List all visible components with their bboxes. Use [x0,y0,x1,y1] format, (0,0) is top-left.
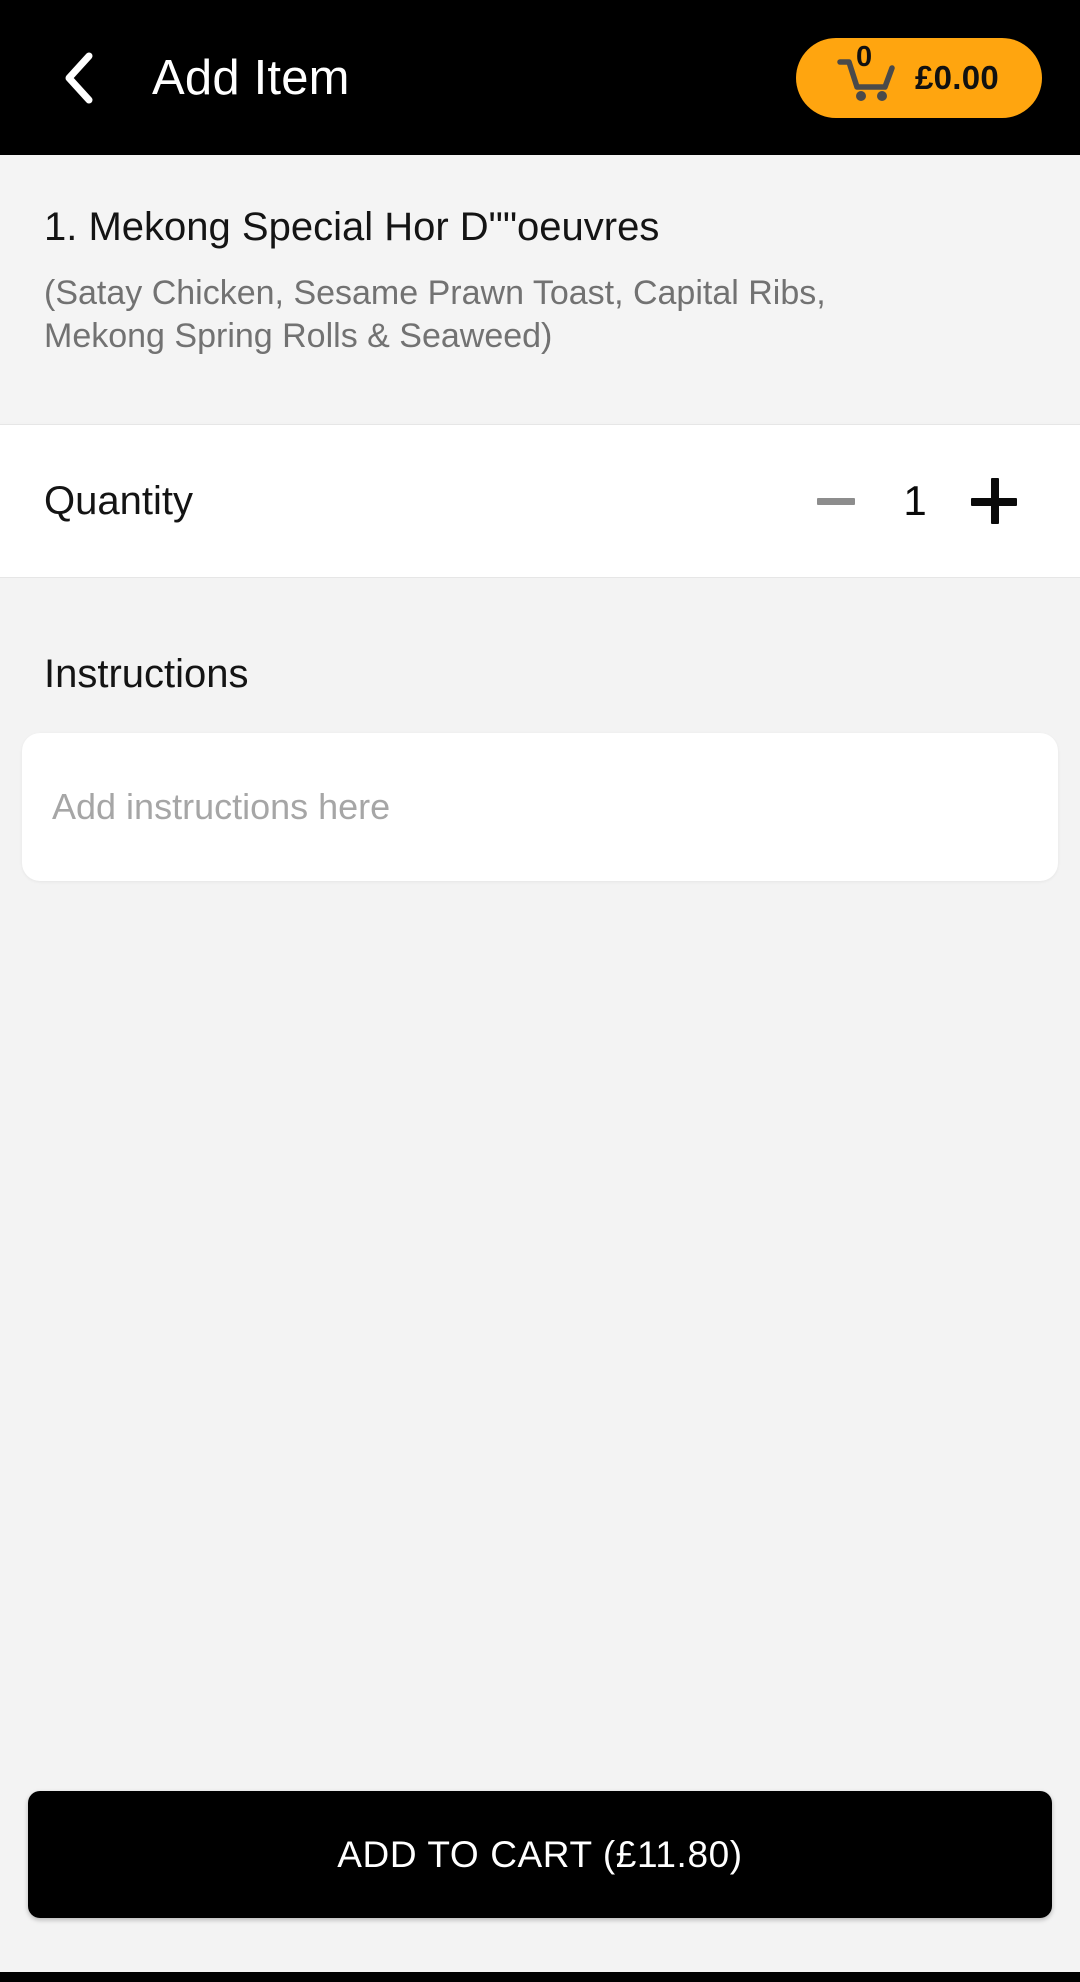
back-button[interactable] [50,50,106,106]
add-to-cart-button[interactable]: ADD TO CART (£11.80) [28,1791,1052,1918]
quantity-stepper: 1 [794,459,1036,543]
page-title: Add Item [152,50,350,105]
chevron-left-icon [61,51,95,105]
add-item-screen: Add Item 0 £0.00 1. Mekong Special Hor D… [0,0,1080,1982]
quantity-decrement-button[interactable] [794,459,878,543]
system-navigation-bar [0,1972,1080,1982]
cart-total: £0.00 [914,59,1000,96]
cart-icon-wrap: 0 [835,42,899,107]
app-bar: Add Item 0 £0.00 [0,0,1080,155]
minus-icon [817,497,855,505]
instructions-section: Instructions Add instructions here [0,578,1080,881]
item-title: 1. Mekong Special Hor D""oeuvres [44,205,660,249]
item-description: (Satay Chicken, Sesame Prawn Toast, Capi… [44,274,826,356]
instructions-label: Instructions [44,652,249,696]
plus-icon [971,478,1017,524]
quantity-row: Quantity 1 [0,424,1080,578]
instructions-placeholder: Add instructions here [52,786,391,827]
cart-button[interactable]: 0 £0.00 [796,37,1042,118]
quantity-increment-button[interactable] [952,459,1036,543]
quantity-value: 1 [903,477,927,524]
quantity-label: Quantity [44,478,193,523]
item-header-card: 1. Mekong Special Hor D""oeuvres (Satay … [0,155,1080,422]
cta-container: ADD TO CART (£11.80) [0,1791,1080,1918]
instructions-input[interactable]: Add instructions here [22,733,1058,881]
cart-badge: 0 [855,40,873,73]
